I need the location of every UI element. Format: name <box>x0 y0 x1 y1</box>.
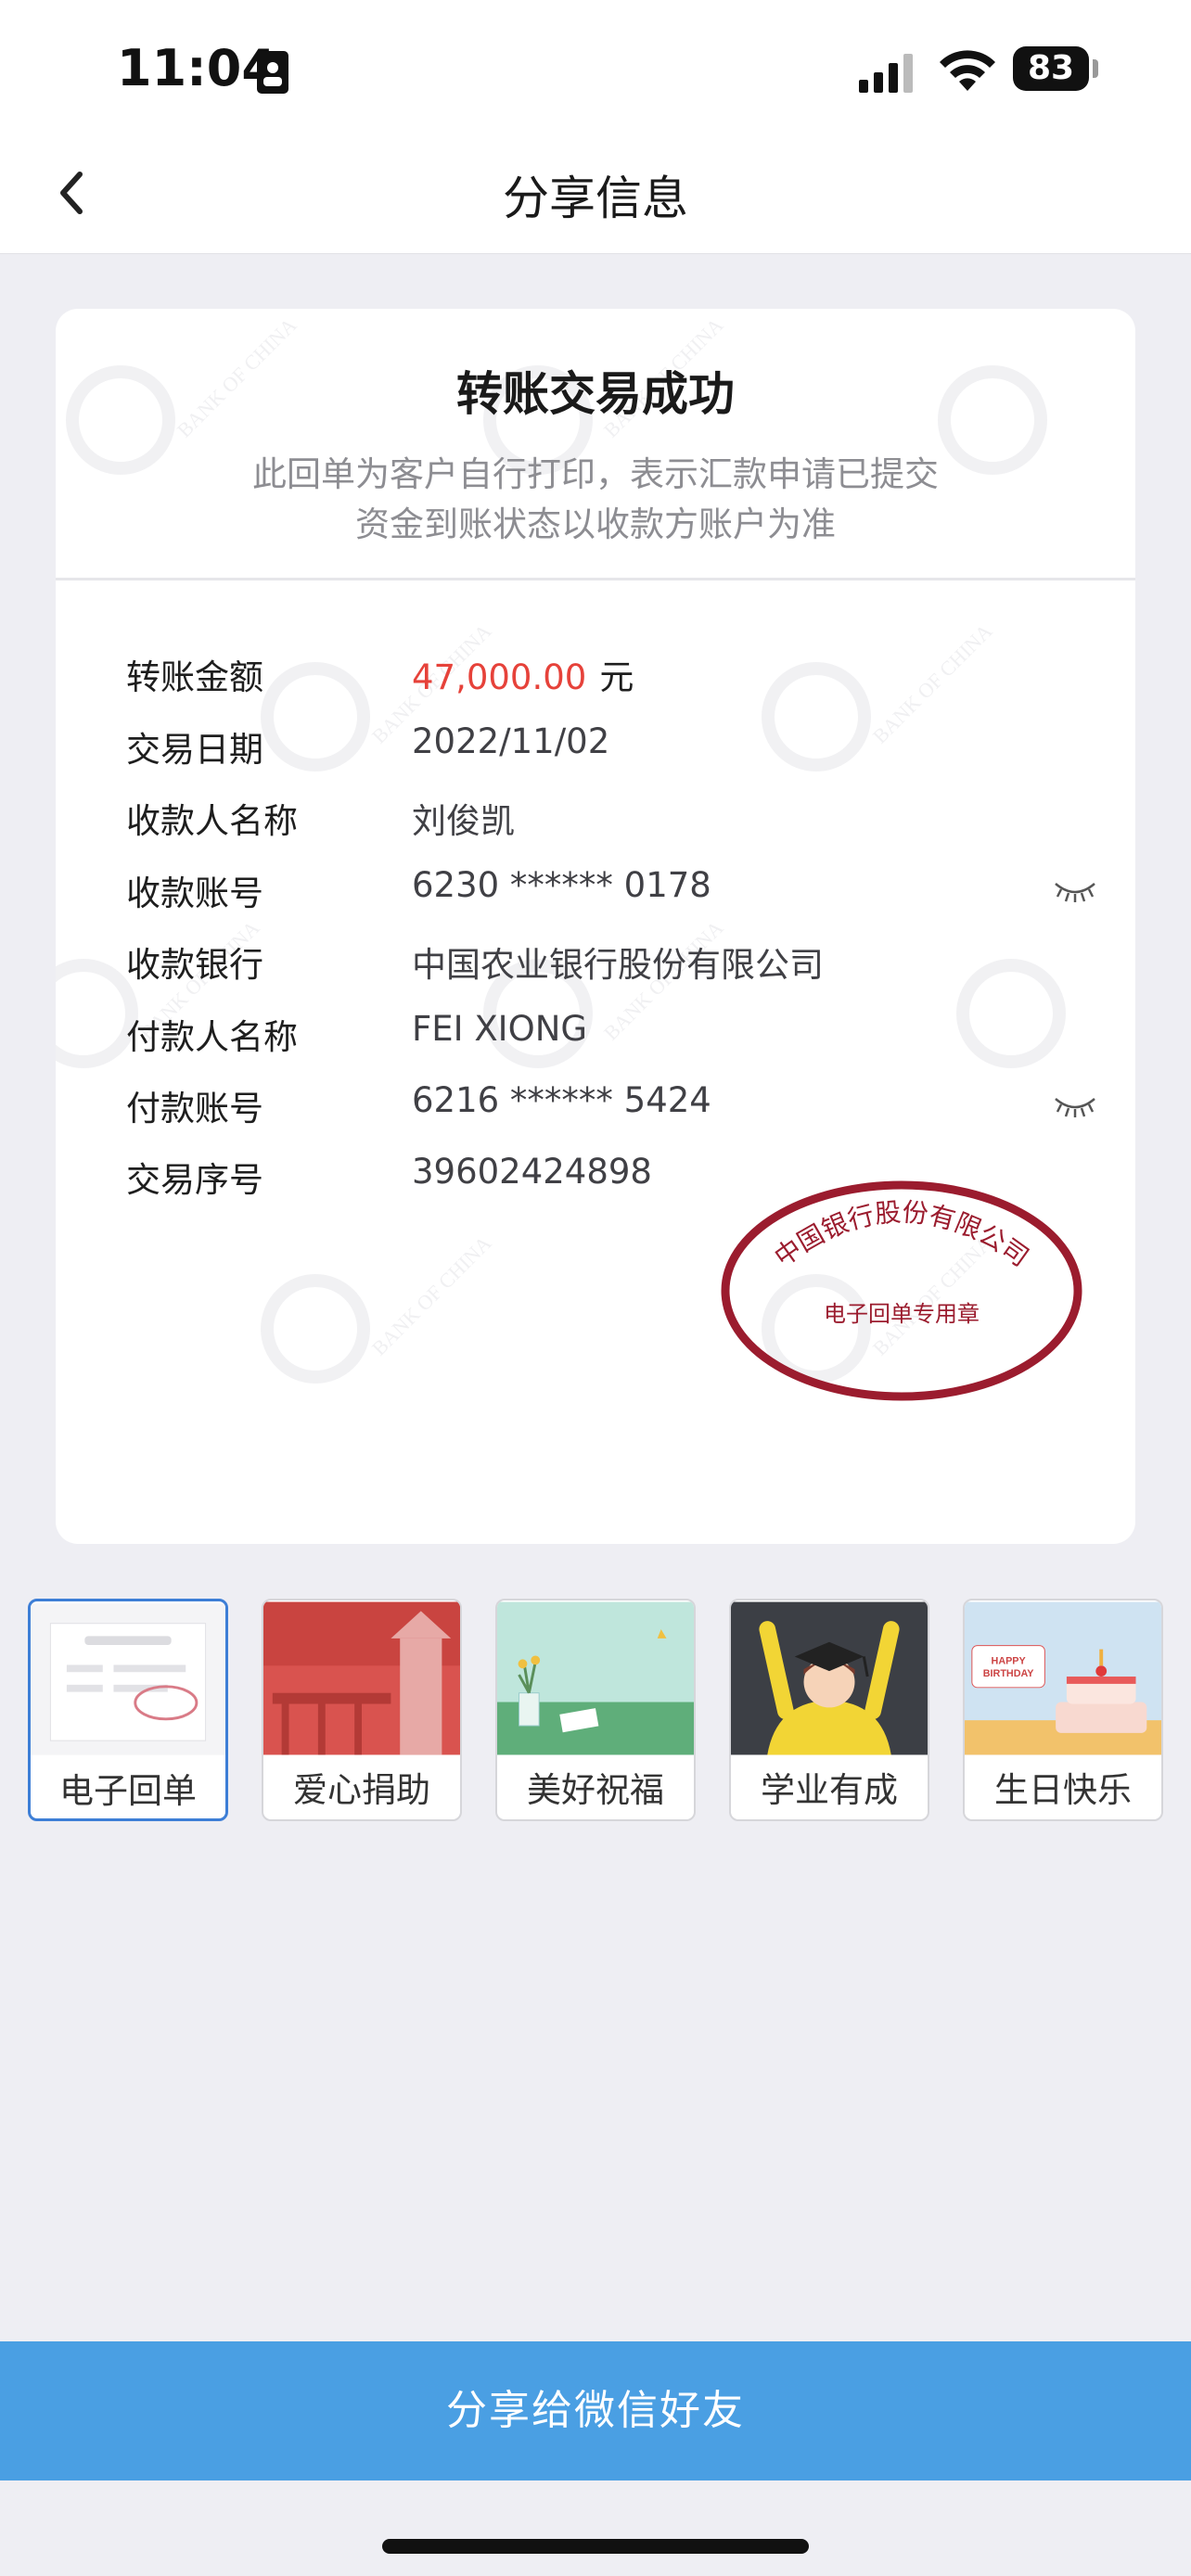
template-selector: 电子回单 爱心捐助 美好祝福 学业有成 HAPPY BIRTHDAY 生日快乐 <box>0 1599 1191 1827</box>
row-value: 47,000.00 元 <box>412 649 634 699</box>
svg-text:BANK OF CHINA: BANK OF CHINA <box>367 1231 496 1360</box>
charity-thumbnail-icon <box>263 1601 460 1755</box>
page-title: 分享信息 <box>503 172 688 225</box>
row-value: 2022/11/02 <box>412 721 610 761</box>
nav-bar: 分享信息 <box>0 139 1191 254</box>
template-label: 美好祝福 <box>527 1770 664 1810</box>
blessing-thumbnail-icon <box>497 1601 694 1755</box>
row-value: FEI XIONG <box>412 1009 588 1049</box>
row-payee-bank: 收款银行 中国农业银行股份有限公司 <box>56 937 1135 992</box>
row-label: 交易日期 <box>126 730 263 770</box>
row-payer-name: 付款人名称 FEI XIONG <box>56 1009 1135 1065</box>
row-label: 转账金额 <box>126 657 263 697</box>
template-label: 生日快乐 <box>994 1770 1132 1810</box>
battery-nub <box>1093 59 1098 78</box>
row-label: 交易序号 <box>126 1160 263 1200</box>
stamp-caption: 电子回单专用章 <box>824 1302 980 1327</box>
row-label: 收款银行 <box>126 945 263 985</box>
row-label: 付款人名称 <box>126 1017 298 1057</box>
row-label: 付款账号 <box>126 1089 263 1129</box>
eye-closed-icon[interactable] <box>1052 876 1098 904</box>
cellular-signal-icon <box>859 54 913 93</box>
receipt-title: 转账交易成功 <box>456 367 735 421</box>
template-academic[interactable]: 学业有成 <box>729 1599 929 1821</box>
row-payee-name: 收款人名称 刘俊凯 <box>56 793 1135 848</box>
row-label: 收款人名称 <box>126 801 298 841</box>
template-label: 爱心捐助 <box>293 1770 430 1810</box>
home-indicator <box>382 2539 809 2554</box>
template-label: 电子回单 <box>59 1771 197 1811</box>
id-card-icon <box>257 51 288 94</box>
graduation-thumbnail-icon <box>731 1601 928 1755</box>
share-to-wechat-button[interactable]: 分享给微信好友 <box>0 2341 1191 2480</box>
amount-unit: 元 <box>599 657 634 697</box>
template-blessing[interactable]: 美好祝福 <box>495 1599 696 1821</box>
eye-closed-icon[interactable] <box>1052 1091 1098 1119</box>
svg-text:中国银行股份有限公司: 中国银行股份有限公司 <box>769 1197 1033 1272</box>
divider <box>56 578 1135 580</box>
receipt-note-line1: 此回单为客户自行打印，表示汇款申请已提交 <box>252 454 939 494</box>
row-value: 中国农业银行股份有限公司 <box>412 945 824 985</box>
battery-indicator: 83 <box>1013 46 1089 91</box>
template-e-receipt[interactable]: 电子回单 <box>28 1599 228 1821</box>
official-stamp: 中国银行股份有限公司 电子回单专用章 <box>721 1180 1082 1401</box>
receipt-card: BANK OF CHINA BANK OF CHINA BANK OF CHIN… <box>56 309 1135 1544</box>
wifi-icon <box>940 50 995 91</box>
receipt-note-line2: 资金到账状态以收款方账户为准 <box>355 504 836 544</box>
row-transfer-amount: 转账金额 47,000.00 元 <box>56 649 1135 705</box>
row-value: 39602424898 <box>412 1152 652 1192</box>
status-bar: 11:04 83 <box>0 0 1191 139</box>
row-payee-account: 收款账号 6230 ****** 0178 <box>56 865 1135 921</box>
template-birthday[interactable]: HAPPY BIRTHDAY 生日快乐 <box>963 1599 1163 1821</box>
birthday-cake-thumbnail-icon: HAPPY BIRTHDAY <box>965 1601 1161 1755</box>
template-charity[interactable]: 爱心捐助 <box>262 1599 462 1821</box>
row-transaction-date: 交易日期 2022/11/02 <box>56 721 1135 777</box>
receipt-thumbnail-icon <box>31 1603 225 1755</box>
row-label: 收款账号 <box>126 874 263 913</box>
status-time: 11:04 <box>117 39 276 97</box>
row-value: 刘俊凯 <box>412 801 515 841</box>
template-label: 学业有成 <box>761 1770 898 1810</box>
row-value: 6216 ****** 5424 <box>412 1080 711 1120</box>
amount-value: 47,000.00 <box>412 657 587 697</box>
row-value: 6230 ****** 0178 <box>412 865 711 905</box>
row-payer-account: 付款账号 6216 ****** 5424 <box>56 1080 1135 1136</box>
